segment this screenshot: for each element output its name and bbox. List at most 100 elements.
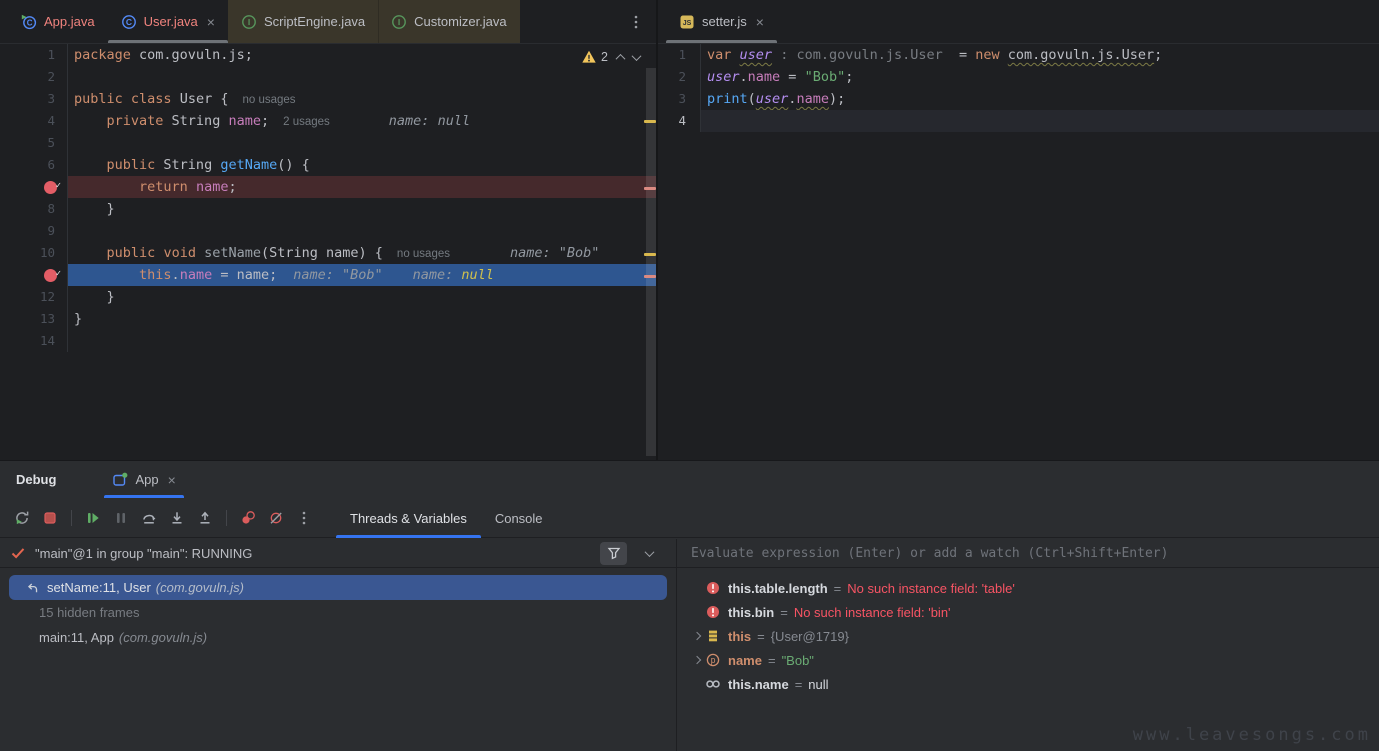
debug-tab-threads-variables[interactable]: Threads & Variables [336, 498, 481, 538]
gutter-line-10[interactable]: 10 [0, 242, 68, 264]
gutter-line-6[interactable]: 6 [0, 154, 68, 176]
code-line-6: 6 public String getName() { [0, 154, 656, 176]
breakpoint-gutter-line-7[interactable] [0, 176, 68, 198]
code-line-13: 13} [0, 308, 656, 330]
gutter-line-2[interactable]: 2 [0, 66, 68, 88]
code-content[interactable]: return name; [68, 176, 656, 198]
filter-frames-button[interactable] [600, 542, 627, 565]
code-content[interactable]: public class User {no usages [68, 88, 656, 110]
code-content[interactable]: package com.govuln.js; [68, 44, 656, 66]
scrollbar-warning-mark[interactable] [644, 253, 656, 256]
js-editor[interactable]: 1var user : com.govuln.js.User = new com… [658, 44, 1379, 132]
code-token: print [707, 91, 748, 107]
variable-row[interactable]: this.name=null [677, 672, 1379, 696]
code-content[interactable]: } [68, 198, 656, 220]
step-out-button[interactable] [191, 505, 219, 531]
scrollbar-warning-mark[interactable] [644, 120, 656, 123]
code-content[interactable]: } [68, 286, 656, 308]
more-button[interactable] [290, 505, 318, 531]
editor-tab-customizer-java[interactable]: ICustomizer.java [378, 0, 519, 43]
code-line-9: 9 [0, 220, 656, 242]
gutter-line-12[interactable]: 12 [0, 286, 68, 308]
editor-tab-app-java[interactable]: CApp.java [8, 0, 108, 43]
variable-row[interactable]: this={User@1719} [677, 624, 1379, 648]
inspection-widget[interactable]: 2 [581, 47, 640, 67]
parameter-icon: p [705, 652, 722, 668]
gutter-line-4[interactable]: 4 [0, 110, 68, 132]
svg-text:I: I [398, 17, 400, 27]
code-content[interactable]: } [68, 308, 656, 330]
thread-selector[interactable]: "main"@1 in group "main": RUNNING [0, 539, 676, 568]
gutter-line-5[interactable]: 5 [0, 132, 68, 154]
expand-chevron-icon[interactable] [693, 656, 701, 664]
thread-dropdown-chevron[interactable] [636, 550, 662, 557]
stop-button[interactable] [36, 505, 64, 531]
gutter-line-8[interactable]: 8 [0, 198, 68, 220]
close-icon[interactable]: × [168, 472, 176, 488]
resume-button[interactable] [79, 505, 107, 531]
gutter-line-9[interactable]: 9 [0, 220, 68, 242]
evaluate-expression-input[interactable] [677, 539, 1379, 567]
scrollbar-thumb[interactable] [646, 68, 656, 456]
mute-breakpoints-button[interactable] [262, 505, 290, 531]
close-icon[interactable]: × [207, 15, 215, 29]
debug-toolbar: Threads & VariablesConsole [0, 498, 1379, 538]
code-token: name [180, 267, 213, 283]
variable-row[interactable]: this.table.length=No such instance field… [677, 576, 1379, 600]
view-breakpoints-button[interactable] [234, 505, 262, 531]
code-content[interactable] [68, 330, 656, 352]
java-editor[interactable]: 2 1package com.govuln.js;23public class … [0, 44, 656, 352]
code-content[interactable]: print(user.name); [701, 88, 1379, 110]
step-over-button[interactable] [135, 505, 163, 531]
gutter-line-14[interactable]: 14 [0, 330, 68, 352]
gutter-line-2[interactable]: 2 [658, 66, 701, 88]
code-content[interactable] [68, 66, 656, 88]
editor-tab-scriptengine-java[interactable]: IScriptEngine.java [228, 0, 378, 43]
tab-options-menu-icon[interactable] [628, 0, 644, 43]
editor-tab-user-java[interactable]: CUser.java× [108, 0, 228, 43]
variable-row[interactable]: this.bin=No such instance field: 'bin' [677, 600, 1379, 624]
breakpoint-gutter-line-11[interactable] [0, 264, 68, 286]
tab-label: User.java [144, 14, 198, 29]
editor-pane-left: CApp.javaCUser.java×IScriptEngine.javaIC… [0, 0, 658, 460]
frame-row[interactable]: setName:11, User(com.govuln.js) [9, 575, 667, 600]
editor-scrollbar[interactable] [646, 44, 656, 460]
expand-chevron-icon[interactable] [693, 632, 701, 640]
frame-row[interactable]: 15 hidden frames [9, 600, 667, 625]
code-token: String [155, 157, 220, 173]
code-token [74, 113, 107, 129]
gutter-line-3[interactable]: 3 [0, 88, 68, 110]
prev-problem-icon[interactable] [616, 53, 626, 63]
scrollbar-breakpoint-mark[interactable] [644, 187, 656, 190]
session-tab-app[interactable]: App × [104, 461, 183, 498]
variable-row[interactable]: pname="Bob" [677, 648, 1379, 672]
gutter-line-4[interactable]: 4 [658, 110, 701, 132]
code-content[interactable] [701, 110, 1379, 132]
gutter-line-1[interactable]: 1 [0, 44, 68, 66]
code-content[interactable]: private String name;2 usagesname: null [68, 110, 656, 132]
scrollbar-breakpoint-mark[interactable] [644, 275, 656, 278]
code-content[interactable] [68, 132, 656, 154]
code-content[interactable]: public void setName(String name) {no usa… [68, 242, 656, 264]
breakpoint-icon[interactable] [44, 269, 57, 282]
step-into-button[interactable] [163, 505, 191, 531]
code-token: () { [277, 157, 310, 173]
code-content[interactable]: this.name = name;name: "Bob"name: null [68, 264, 656, 286]
pause-button[interactable] [107, 505, 135, 531]
code-content[interactable]: var user : com.govuln.js.User = new com.… [701, 44, 1379, 66]
gutter-line-3[interactable]: 3 [658, 88, 701, 110]
code-content[interactable]: public String getName() { [68, 154, 656, 176]
breakpoint-icon[interactable] [44, 181, 57, 194]
debug-tab-console[interactable]: Console [481, 498, 557, 538]
gutter-line-13[interactable]: 13 [0, 308, 68, 330]
editor-tab-setter-js[interactable]: JSsetter.js× [666, 0, 777, 43]
code-token: = name; [212, 267, 277, 283]
frame-row[interactable]: main:11, App(com.govuln.js) [9, 625, 667, 650]
close-icon[interactable]: × [756, 15, 764, 29]
code-content[interactable]: user.name = "Bob"; [701, 66, 1379, 88]
gutter-line-1[interactable]: 1 [658, 44, 701, 66]
watch-icon [705, 676, 722, 692]
code-content[interactable] [68, 220, 656, 242]
next-problem-icon[interactable] [632, 51, 642, 61]
rerun-button[interactable] [8, 505, 36, 531]
